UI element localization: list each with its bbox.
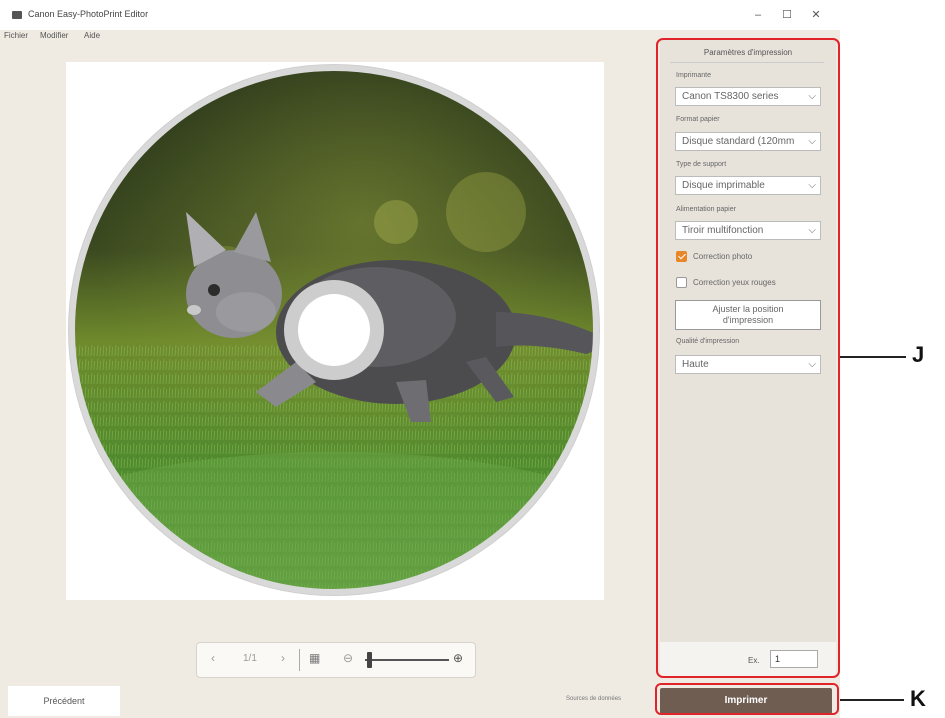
callout-line-k bbox=[840, 699, 904, 701]
previous-button[interactable]: Précédent bbox=[8, 686, 120, 716]
app-icon bbox=[12, 11, 22, 19]
disc-center-hole bbox=[298, 294, 370, 366]
close-button[interactable]: ✕ bbox=[806, 6, 826, 24]
title-bar: Canon Easy-PhotoPrint Editor – ☐ ✕ bbox=[0, 0, 840, 30]
prev-page-icon[interactable]: ‹ bbox=[211, 651, 215, 665]
menu-file[interactable]: Fichier bbox=[4, 31, 28, 40]
minimize-button[interactable]: – bbox=[748, 6, 768, 24]
menu-help[interactable]: Aide bbox=[84, 31, 100, 40]
page-indicator: 1/1 bbox=[243, 653, 257, 664]
zoom-toolbar: ‹ 1/1 › ▦ ⊖ ⊕ bbox=[196, 642, 476, 678]
toolbar-divider bbox=[299, 649, 300, 671]
grid-view-icon[interactable]: ▦ bbox=[309, 651, 320, 665]
disc-label-preview bbox=[68, 64, 600, 596]
zoom-slider-thumb[interactable] bbox=[367, 652, 373, 668]
zoom-in-icon[interactable]: ⊕ bbox=[453, 651, 463, 665]
maximize-button[interactable]: ☐ bbox=[777, 6, 797, 24]
disc-preview-canvas[interactable] bbox=[66, 62, 604, 600]
callout-box-j bbox=[656, 38, 840, 678]
zoom-out-icon[interactable]: ⊖ bbox=[343, 651, 353, 665]
callout-line-j bbox=[840, 356, 906, 358]
zoom-slider-track[interactable] bbox=[365, 659, 449, 661]
menu-bar: Fichier Modifier Aide bbox=[0, 30, 650, 44]
next-page-icon[interactable]: › bbox=[281, 651, 285, 665]
menu-edit[interactable]: Modifier bbox=[40, 31, 68, 40]
callout-box-k bbox=[655, 683, 839, 715]
callout-label-j: J bbox=[912, 342, 925, 367]
callout-label-k: K bbox=[910, 686, 926, 711]
bottom-note: Sources de données bbox=[566, 696, 622, 702]
window-title: Canon Easy-PhotoPrint Editor bbox=[28, 9, 149, 19]
